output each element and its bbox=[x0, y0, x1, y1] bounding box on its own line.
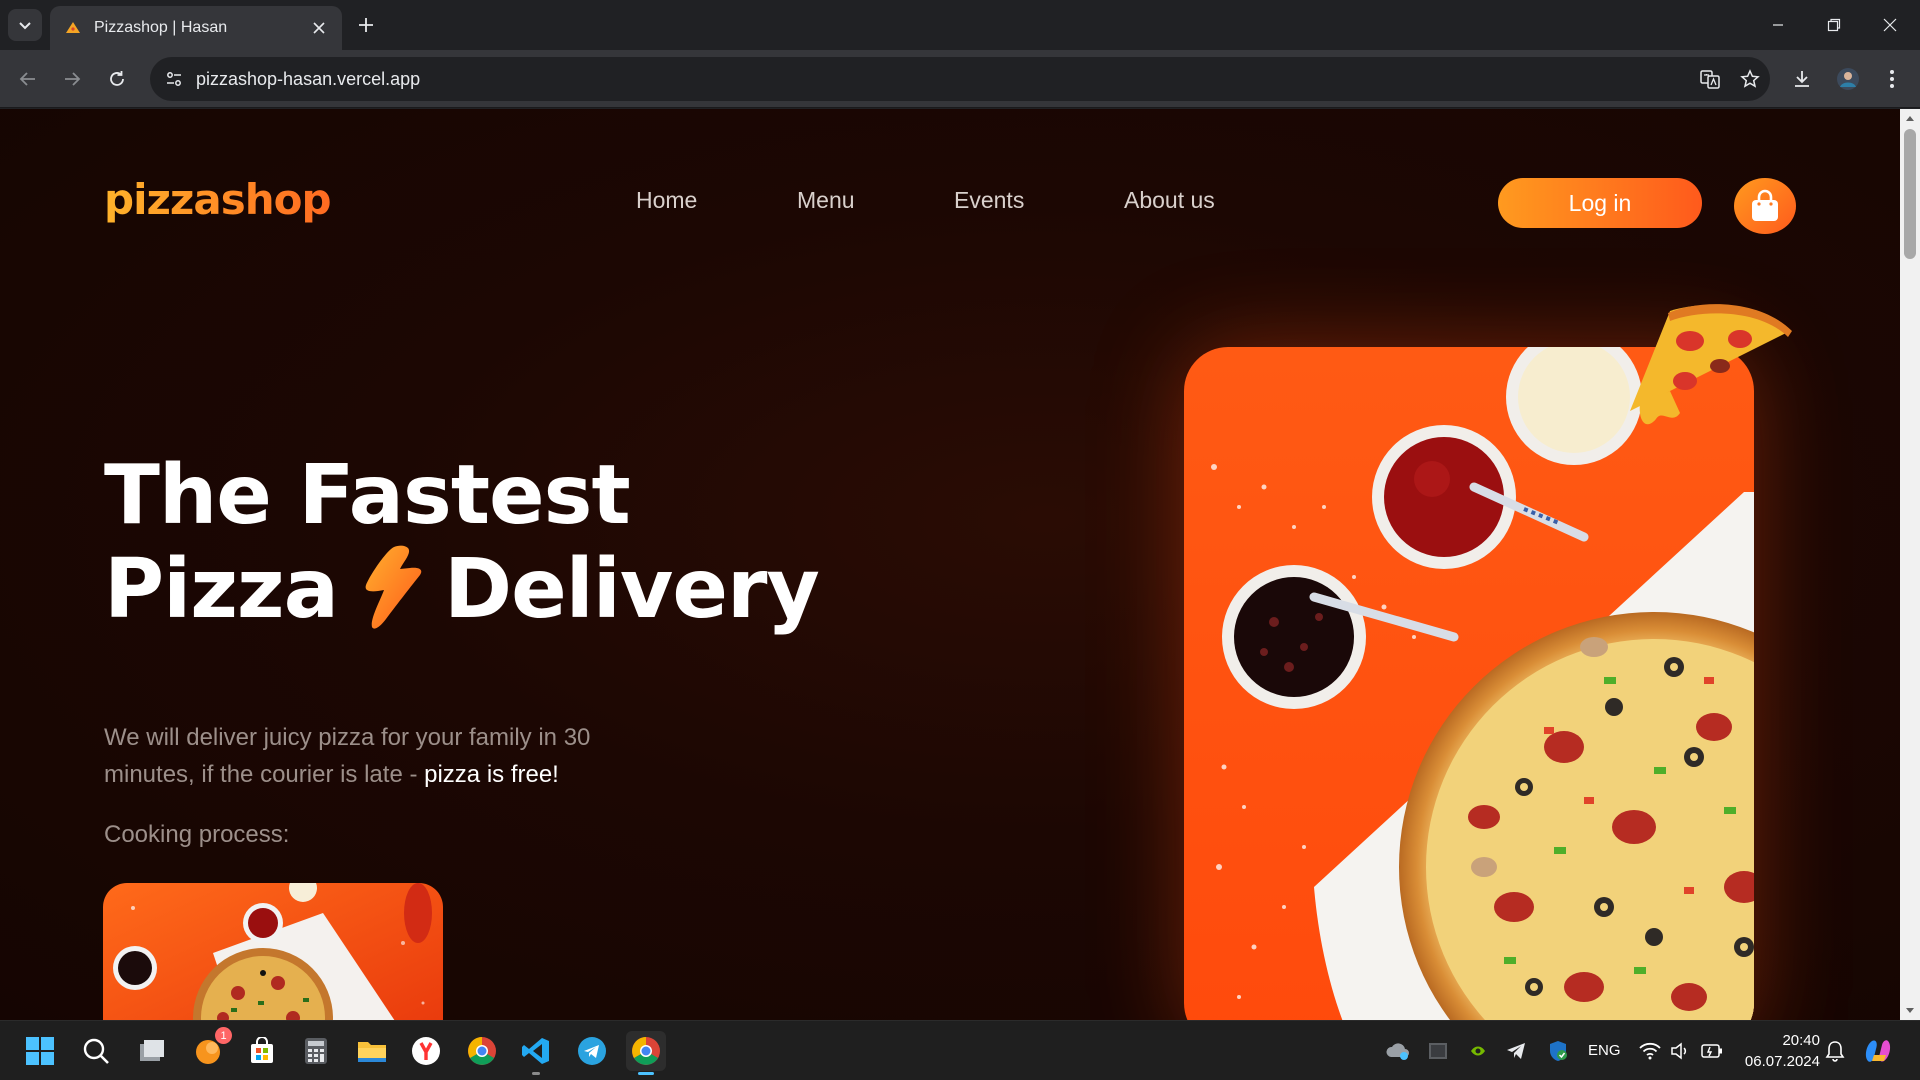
folder-icon bbox=[358, 1042, 386, 1062]
pizza-favicon-icon bbox=[66, 22, 80, 33]
download-icon bbox=[1795, 71, 1809, 87]
reload-button[interactable] bbox=[99, 61, 135, 97]
bookmark-star-icon[interactable] bbox=[1730, 59, 1770, 99]
search-icon bbox=[83, 1038, 109, 1064]
nav-about-us[interactable]: About us bbox=[1124, 187, 1215, 214]
back-button[interactable] bbox=[10, 61, 46, 97]
close-tab-icon[interactable] bbox=[308, 17, 330, 39]
cooking-process-label: Cooking process: bbox=[104, 821, 290, 848]
taskbar-app-chrome[interactable] bbox=[462, 1031, 502, 1071]
new-tab-button[interactable] bbox=[352, 11, 380, 39]
task-view-icon bbox=[140, 1040, 164, 1061]
wifi-icon[interactable] bbox=[1638, 1039, 1662, 1063]
browser-tab[interactable]: Pizzashop | Hasan bbox=[50, 6, 342, 50]
cooking-process-video-thumbnail[interactable] bbox=[103, 883, 443, 1020]
restore-icon bbox=[1827, 18, 1841, 32]
hero-pizza-image bbox=[1184, 347, 1754, 1020]
yandex-browser-icon bbox=[412, 1037, 440, 1065]
site-settings-icon[interactable] bbox=[154, 59, 194, 99]
minimize-icon bbox=[1773, 24, 1783, 26]
address-bar[interactable]: pizzashop-hasan.vercel.app bbox=[150, 57, 1770, 101]
windows-logo-icon bbox=[26, 1037, 54, 1065]
browser-tabbar: Pizzashop | Hasan bbox=[0, 0, 1920, 50]
notification-bell-icon[interactable] bbox=[1823, 1039, 1847, 1063]
scrollbar-thumb[interactable] bbox=[1904, 129, 1916, 259]
store-icon bbox=[251, 1037, 273, 1063]
restore-button[interactable] bbox=[1806, 0, 1862, 50]
shopping-bag-icon bbox=[1752, 189, 1778, 221]
forward-button[interactable] bbox=[54, 61, 90, 97]
arrow-right-icon bbox=[65, 72, 81, 86]
chrome-icon bbox=[468, 1037, 496, 1065]
downloads-button[interactable] bbox=[1784, 61, 1820, 97]
taskbar-app-widgets[interactable]: 1 bbox=[188, 1027, 232, 1071]
site-logo[interactable]: pizzashop bbox=[104, 175, 332, 224]
nav-events[interactable]: Events bbox=[954, 187, 1024, 214]
start-button[interactable] bbox=[20, 1031, 60, 1071]
close-icon bbox=[1883, 18, 1897, 32]
search-button[interactable] bbox=[76, 1031, 116, 1071]
taskbar-app-calculator[interactable] bbox=[296, 1031, 336, 1071]
taskbar-app-vscode[interactable] bbox=[516, 1031, 556, 1075]
hero-heading-line1: The Fastest bbox=[104, 448, 631, 543]
chrome-icon bbox=[632, 1037, 660, 1065]
reload-icon bbox=[110, 71, 124, 86]
url-text: pizzashop-hasan.vercel.app bbox=[196, 68, 421, 89]
browser-menu-button[interactable] bbox=[1874, 61, 1910, 97]
hero-description-highlight: pizza is free! bbox=[424, 761, 559, 788]
notification-badge: 1 bbox=[215, 1027, 232, 1044]
calculator-icon bbox=[305, 1038, 327, 1064]
plus-icon bbox=[359, 18, 373, 32]
cart-button[interactable] bbox=[1734, 178, 1796, 234]
tab-search-button[interactable] bbox=[8, 9, 42, 41]
nav-home[interactable]: Home bbox=[636, 187, 697, 214]
scroll-up-icon[interactable] bbox=[1900, 109, 1920, 127]
translate-icon[interactable] bbox=[1690, 59, 1730, 99]
hero-heading-word-delivery: Delivery bbox=[444, 542, 820, 637]
tray-app-icon[interactable] bbox=[1426, 1039, 1450, 1063]
task-view-button[interactable] bbox=[132, 1031, 172, 1071]
arrow-left-icon bbox=[19, 72, 35, 86]
nvidia-icon[interactable] bbox=[1466, 1039, 1490, 1063]
scroll-down-icon[interactable] bbox=[1900, 1002, 1920, 1020]
taskbar-app-chrome-active[interactable] bbox=[626, 1031, 666, 1075]
windows-taskbar: 1 ENG 20:40 06.07.2024 bbox=[0, 1020, 1920, 1080]
battery-icon[interactable] bbox=[1700, 1039, 1724, 1063]
chevron-down-icon bbox=[19, 22, 31, 30]
telegram-tray-icon[interactable] bbox=[1504, 1039, 1528, 1063]
copilot-icon[interactable] bbox=[1862, 1035, 1894, 1067]
security-shield-icon[interactable] bbox=[1546, 1039, 1570, 1063]
volume-icon[interactable] bbox=[1668, 1039, 1692, 1063]
profile-avatar[interactable] bbox=[1830, 61, 1866, 97]
hero-heading: The Fastest Pizza Delivery bbox=[104, 448, 820, 637]
lightning-bolt-icon bbox=[365, 545, 422, 629]
taskbar-app-store[interactable] bbox=[242, 1031, 282, 1071]
language-indicator[interactable]: ENG bbox=[1588, 1042, 1621, 1059]
page-scrollbar[interactable] bbox=[1900, 109, 1920, 1020]
close-window-button[interactable] bbox=[1862, 0, 1918, 50]
pizza-slice-icon bbox=[1630, 304, 1792, 425]
nav-menu[interactable]: Menu bbox=[797, 187, 855, 214]
tab-title: Pizzashop | Hasan bbox=[94, 19, 228, 36]
onedrive-icon[interactable] bbox=[1386, 1039, 1410, 1063]
more-vert-icon bbox=[1890, 70, 1894, 88]
taskbar-app-file-explorer[interactable] bbox=[352, 1031, 392, 1071]
clock-time: 20:40 bbox=[1782, 1032, 1820, 1049]
hero-heading-word-pizza: Pizza bbox=[104, 542, 339, 637]
hero-heading-line2: Pizza Delivery bbox=[104, 542, 820, 637]
taskbar-app-telegram[interactable] bbox=[572, 1031, 612, 1071]
clock-date: 06.07.2024 bbox=[1744, 1053, 1820, 1070]
hero-description: We will deliver juicy pizza for your fam… bbox=[104, 719, 664, 793]
browser-toolbar: pizzashop-hasan.vercel.app bbox=[0, 50, 1920, 108]
web-page: pizzashop Home Menu Events About us Log … bbox=[0, 109, 1900, 1020]
taskbar-app-yandex[interactable] bbox=[406, 1031, 446, 1071]
vscode-icon bbox=[522, 1038, 549, 1064]
minimize-button[interactable] bbox=[1750, 0, 1806, 50]
login-button[interactable]: Log in bbox=[1498, 178, 1702, 228]
avatar-icon bbox=[1837, 68, 1859, 90]
telegram-icon bbox=[578, 1037, 606, 1065]
system-clock[interactable]: 20:40 06.07.2024 bbox=[1740, 1030, 1820, 1072]
